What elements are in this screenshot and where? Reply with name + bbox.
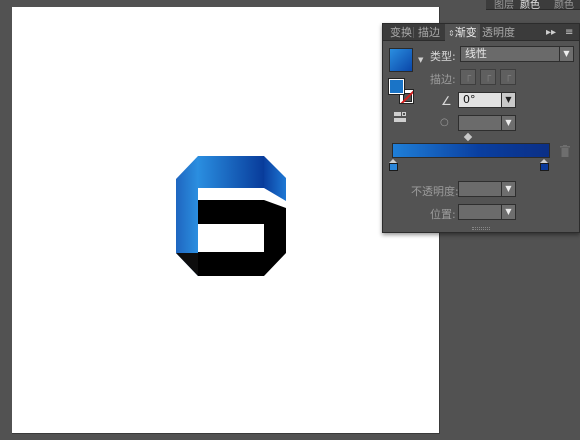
location-label: 位置: — [430, 208, 456, 221]
gradient-stop-right[interactable] — [540, 159, 549, 171]
type-select[interactable]: 线性 ▼ — [460, 46, 574, 62]
collapse-icon[interactable]: ▸▸ — [546, 24, 556, 41]
gradient-panel: 变换 描边 ⇕渐变 透明度 ▸▸ ≡ ▼ 类型: 线性 ▼ 描边: ┌ ┌ ┌ … — [382, 23, 580, 233]
angle-input[interactable]: 0° ▼ — [458, 92, 516, 108]
location-input: ▼ — [458, 204, 516, 220]
artboard[interactable] — [12, 7, 440, 434]
tab-color-guide[interactable]: 颜色 — [554, 0, 574, 11]
gradient-preview-swatch[interactable] — [389, 48, 413, 72]
fill-stroke-icon[interactable] — [388, 78, 415, 105]
aspect-ratio-icon: ○ — [440, 117, 449, 128]
gradient-midpoint[interactable] — [463, 132, 473, 142]
tab-transparency[interactable]: 透明度 — [479, 24, 518, 41]
chevron-down-icon: ▼ — [501, 93, 515, 107]
chevron-down-icon: ▼ — [559, 47, 573, 61]
chevron-down-icon: ▼ — [501, 182, 515, 196]
fill-swatch[interactable] — [388, 78, 405, 95]
opacity-label: 不透明度: — [411, 185, 459, 198]
trash-icon[interactable] — [560, 145, 570, 157]
panel-menu-icon[interactable]: ≡ — [565, 24, 573, 41]
stroke-along-icon[interactable]: ┌ — [480, 69, 496, 85]
type-label: 类型: — [430, 50, 456, 63]
angle-icon: ∠ — [441, 94, 452, 108]
tab-color[interactable]: 颜色 — [520, 0, 540, 11]
docked-panel-tabs: 图层 颜色 颜色 — [486, 0, 580, 11]
tab-gradient[interactable]: ⇕渐变 — [445, 24, 480, 42]
tab-transform[interactable]: 变换 — [387, 24, 415, 41]
gradient-stop-left[interactable] — [389, 159, 398, 171]
type-select-value: 线性 — [465, 47, 487, 60]
stroke-label: 描边: — [430, 73, 456, 86]
aspect-ratio-input: ▼ — [458, 115, 516, 131]
swap-arrows-icon: ⇕ — [448, 29, 455, 38]
stroke-within-icon[interactable]: ┌ — [460, 69, 476, 85]
logo-artwork[interactable] — [174, 154, 286, 276]
panel-resize-grip[interactable] — [472, 227, 490, 230]
tab-layers[interactable]: 图层 — [494, 0, 514, 11]
tab-stroke[interactable]: 描边 — [415, 24, 443, 41]
gradient-slider[interactable] — [392, 143, 550, 158]
panel-tab-bar: 变换 描边 ⇕渐变 透明度 ▸▸ ≡ — [383, 24, 579, 42]
angle-value: 0° — [463, 93, 476, 106]
stroke-across-icon[interactable]: ┌ — [500, 69, 516, 85]
chevron-down-icon: ▼ — [501, 116, 515, 130]
reverse-gradient-icon[interactable] — [394, 112, 408, 124]
chevron-down-icon: ▼ — [501, 205, 515, 219]
preview-dropdown-icon[interactable]: ▼ — [418, 56, 423, 64]
opacity-input: ▼ — [458, 181, 516, 197]
tab-gradient-label: 渐变 — [454, 26, 477, 39]
